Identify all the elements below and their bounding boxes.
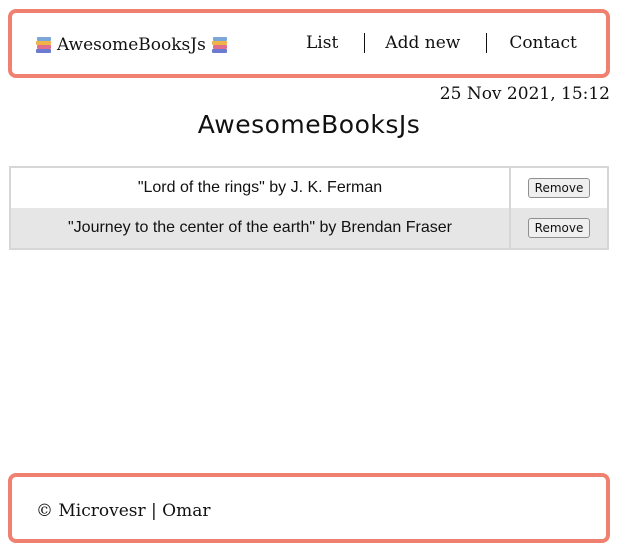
nav-link-contact[interactable]: Contact bbox=[487, 33, 577, 53]
remove-book-button[interactable]: Remove bbox=[527, 178, 591, 198]
footer: © Microvesr | Omar bbox=[8, 473, 610, 543]
book-row: "Lord of the rings" by J. K. Ferman Remo… bbox=[11, 168, 607, 208]
nav-link-list[interactable]: List bbox=[286, 33, 364, 53]
page-title: AwesomeBooksJs bbox=[197, 110, 421, 139]
books-icon bbox=[211, 37, 227, 53]
books-icon bbox=[36, 37, 51, 53]
book-row: "Journey to the center of the earth" by … bbox=[11, 208, 607, 248]
remove-book-button[interactable]: Remove bbox=[527, 218, 591, 238]
nav-link-add-new[interactable]: Add new bbox=[365, 33, 486, 53]
book-action-cell: Remove bbox=[511, 168, 607, 208]
book-title: "Lord of the rings" by J. K. Ferman bbox=[11, 168, 511, 208]
brand: AwesomeBooksJs bbox=[36, 35, 227, 55]
book-action-cell: Remove bbox=[511, 208, 607, 248]
book-list: "Lord of the rings" by J. K. Ferman Remo… bbox=[9, 166, 609, 250]
nav-links: List Add new Contact bbox=[286, 33, 577, 53]
footer-copyright: © Microvesr | Omar bbox=[36, 501, 211, 521]
brand-label: AwesomeBooksJs bbox=[57, 35, 206, 55]
book-title: "Journey to the center of the earth" by … bbox=[11, 208, 511, 248]
navbar: AwesomeBooksJs List Add new Contact bbox=[8, 9, 610, 78]
current-datetime: 25 Nov 2021, 15:12 bbox=[439, 84, 610, 104]
